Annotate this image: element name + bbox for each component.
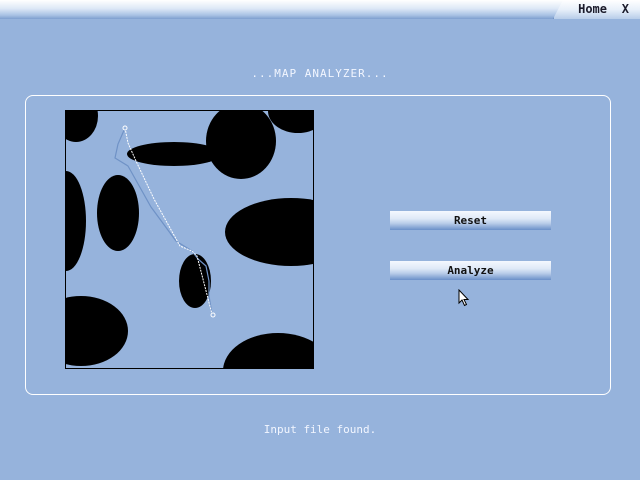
obstacle [66,171,86,271]
analyze-button[interactable]: Analyze [390,261,551,280]
obstacle [225,198,313,266]
obstacle [179,254,211,308]
obstacle [268,111,313,133]
map-view[interactable] [65,110,314,369]
home-button[interactable]: Home [578,2,607,16]
obstacle [66,296,128,366]
close-button[interactable]: X [622,2,629,16]
top-bar-tab: Home X [553,0,640,19]
mouse-pointer-icon [458,289,470,307]
obstacle [97,175,139,251]
top-bar: Home X [0,0,640,19]
reset-button[interactable]: Reset [390,211,551,230]
path-start-point [122,125,128,131]
path-end-point [210,312,216,318]
map-canvas [66,111,313,368]
obstacle [66,111,98,142]
status-message: Input file found. [263,423,377,436]
obstacle [206,111,276,179]
obstacle [127,142,221,166]
page-title: ...MAP ANALYZER... [251,67,389,80]
obstacle [223,333,313,368]
